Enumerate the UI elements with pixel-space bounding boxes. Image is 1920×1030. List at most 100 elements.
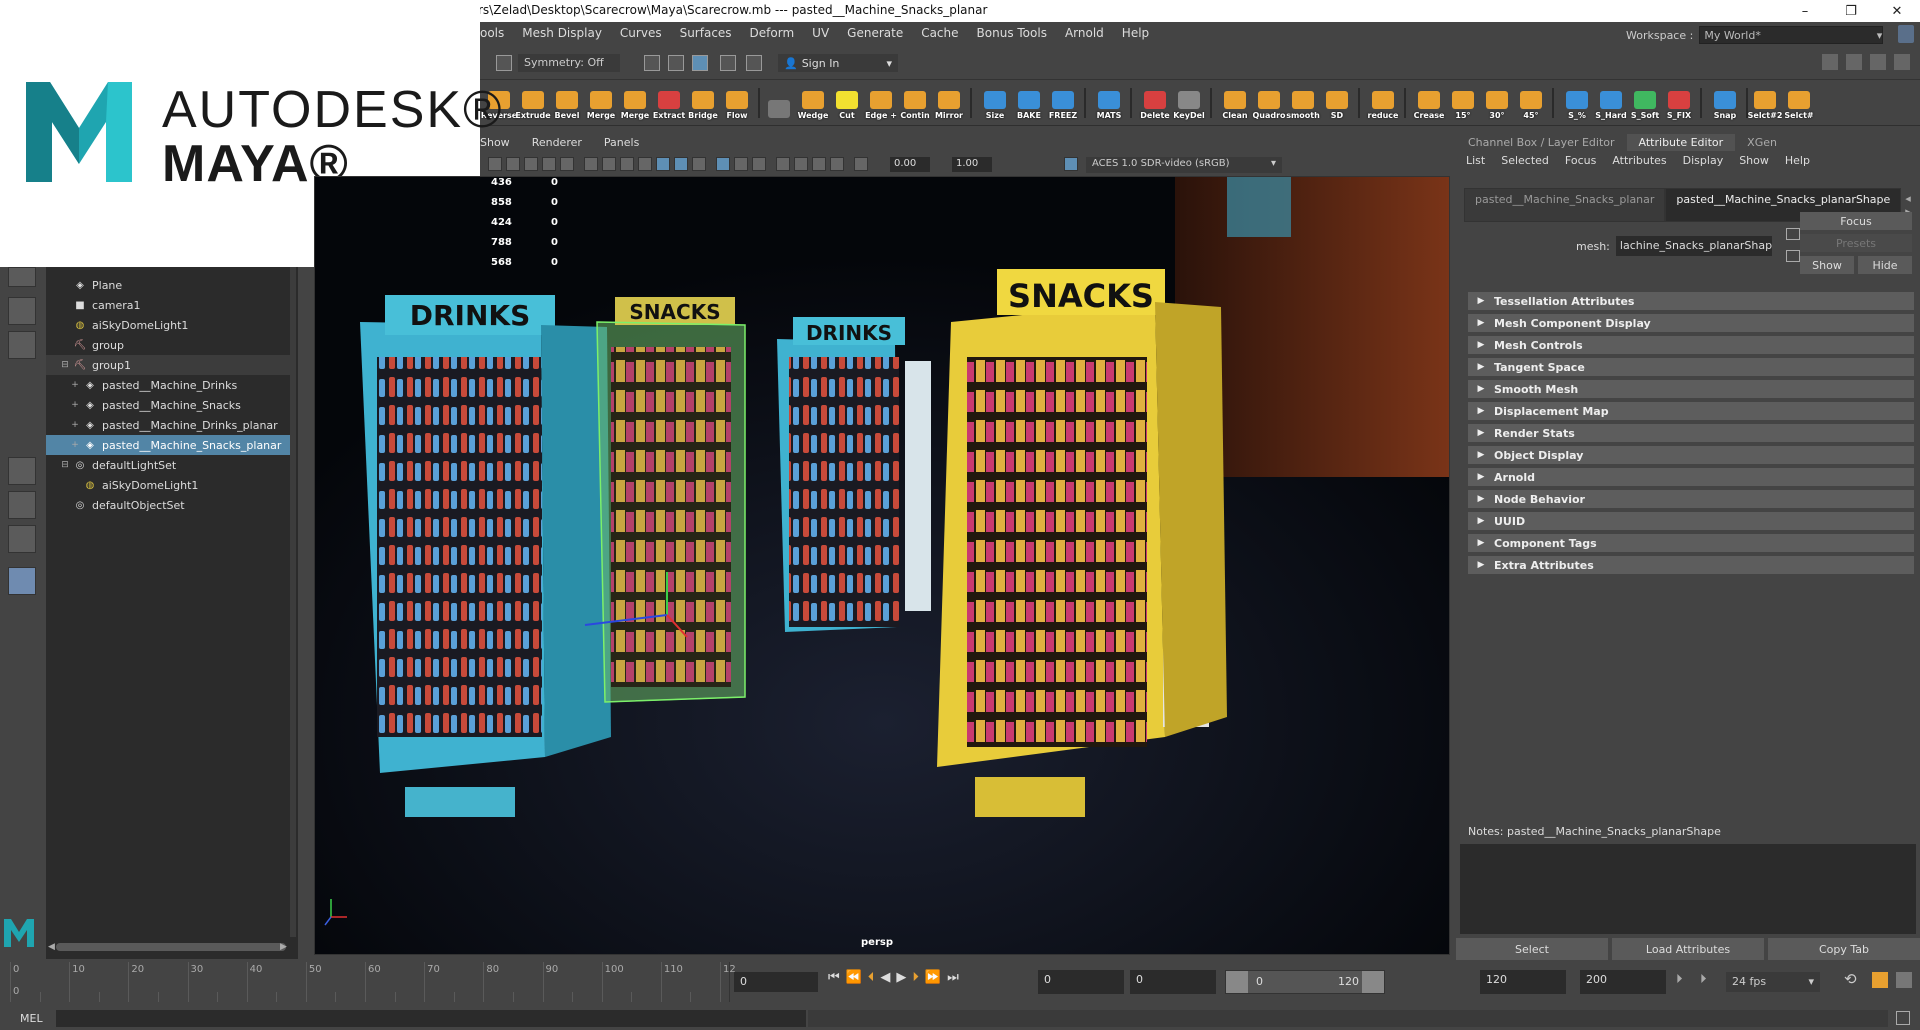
- shelf-button[interactable]: Selct#2: [1748, 86, 1782, 120]
- mesh-name-field[interactable]: lachine_Snacks_planarShape: [1615, 236, 1772, 256]
- step-forward-key-icon[interactable]: ⏩: [925, 970, 941, 985]
- shelf-button[interactable]: Quadro: [1252, 86, 1286, 120]
- range-end-field[interactable]: 120: [1480, 970, 1566, 994]
- shelf-button[interactable]: FREEZ: [1048, 86, 1078, 120]
- color-management-icon[interactable]: [1064, 157, 1078, 171]
- outliner-row-plane[interactable]: ◈ Plane: [46, 275, 290, 295]
- outliner-row-defaultobjectset[interactable]: ◎ defaultObjectSet: [46, 495, 290, 515]
- current-frame-field[interactable]: 0: [734, 972, 818, 992]
- range-slider[interactable]: 0 120: [1225, 970, 1385, 994]
- outliner-row-aiskydomelight1-set[interactable]: ◍ aiSkyDomeLight1: [46, 475, 290, 495]
- attribute-section-header[interactable]: ▶ Displacement Map: [1468, 402, 1914, 420]
- collapse-icon[interactable]: ⊟: [60, 360, 70, 370]
- range-slider-end-handle[interactable]: [1362, 971, 1384, 993]
- viewport-toolbar-icon[interactable]: [854, 157, 868, 171]
- shelf-button[interactable]: Merge: [586, 86, 616, 120]
- viewport-toolbar-icon[interactable]: [542, 157, 556, 171]
- attribute-section-header[interactable]: ▶ Object Display: [1468, 446, 1914, 464]
- shelf-button[interactable]: Clean: [1220, 86, 1250, 120]
- outliner-horizontal-scrollbar[interactable]: [56, 943, 286, 951]
- loop-icon[interactable]: ⟲: [1844, 970, 1857, 988]
- load-node-icon[interactable]: [1786, 228, 1800, 240]
- menu-surfaces[interactable]: Surfaces: [680, 26, 732, 40]
- menu-uv[interactable]: UV: [812, 26, 829, 40]
- shelf-button[interactable]: BAKE: [1014, 86, 1044, 120]
- script-language-label[interactable]: MEL: [20, 1012, 43, 1025]
- shelf-button[interactable]: Contin: [900, 86, 930, 120]
- ae-menu-help[interactable]: Help: [1785, 154, 1810, 167]
- shelf-button[interactable]: Merge: [620, 86, 650, 120]
- tab-xgen[interactable]: XGen: [1735, 134, 1789, 151]
- outliner-row-camera1[interactable]: ■ camera1: [46, 295, 290, 315]
- viewport-toolbar-icon[interactable]: [584, 157, 598, 171]
- outliner-row-group1[interactable]: ⊟ ⛏ group1: [46, 355, 290, 375]
- ae-menu-attributes[interactable]: Attributes: [1612, 154, 1666, 167]
- select-tool-icon[interactable]: [8, 267, 36, 287]
- step-back-frame-icon[interactable]: ⏴: [868, 970, 875, 985]
- move-tool-icon[interactable]: [8, 297, 36, 325]
- attribute-section-header[interactable]: ▶ Arnold: [1468, 468, 1914, 486]
- color-space-dropdown[interactable]: ACES 1.0 SDR-video (sRGB) ▾: [1086, 157, 1282, 173]
- attribute-section-header[interactable]: ▶ Extra Attributes: [1468, 556, 1914, 574]
- outliner-row-machine-drinks-planar[interactable]: + ◈ pasted__Machine_Drinks_planar: [46, 415, 290, 435]
- select-button[interactable]: Select: [1456, 938, 1608, 960]
- viewport-toolbar-icon[interactable]: [716, 157, 730, 171]
- modeling-toolkit-icon[interactable]: [1846, 54, 1862, 70]
- shelf-button[interactable]: Wedge: [798, 86, 828, 120]
- outliner-view-icon[interactable]: [8, 567, 36, 595]
- viewport-toolbar-icon[interactable]: [776, 157, 790, 171]
- key-next-icon[interactable]: ⏵: [1700, 972, 1707, 987]
- shelf-button[interactable]: Bevel: [552, 86, 582, 120]
- viewport-toolbar-icon[interactable]: [794, 157, 808, 171]
- attribute-section-header[interactable]: ▶ UUID: [1468, 512, 1914, 530]
- lock-icon[interactable]: [1898, 25, 1914, 43]
- range-start-field[interactable]: 0: [1038, 970, 1124, 994]
- shelf-button[interactable]: MATS: [1094, 86, 1124, 120]
- shelf-button[interactable]: S_Hard: [1595, 86, 1627, 120]
- shelf-button[interactable]: KeyDel: [1173, 86, 1205, 120]
- single-view-icon[interactable]: [8, 457, 36, 485]
- attribute-section-header[interactable]: ▶ Tangent Space: [1468, 358, 1914, 376]
- workspace-select[interactable]: My World* ▾: [1699, 26, 1884, 44]
- snap-icon[interactable]: [644, 55, 660, 71]
- outliner-row-defaultlightset[interactable]: ⊟ ◎ defaultLightSet: [46, 455, 290, 475]
- shelf-button[interactable]: Delete: [1140, 86, 1170, 120]
- viewport-toolbar-icon[interactable]: [734, 157, 748, 171]
- viewport-toolbar-icon[interactable]: [638, 157, 652, 171]
- shelf-button[interactable]: Cut: [832, 86, 862, 120]
- near-clip-field[interactable]: 0.00: [890, 157, 930, 172]
- select-node-icon[interactable]: [1786, 250, 1800, 262]
- shelf-button[interactable]: Bridge: [688, 86, 718, 120]
- shelf-button[interactable]: Mirror: [934, 86, 964, 120]
- four-view-icon[interactable]: [8, 491, 36, 519]
- auto-key-icon[interactable]: [1872, 972, 1888, 988]
- shelf-button[interactable]: reduce: [1368, 86, 1398, 120]
- shelf-button[interactable]: Selct#: [1784, 86, 1814, 120]
- shelf-button[interactable]: S_FIX: [1664, 86, 1694, 120]
- presets-button[interactable]: Presets: [1800, 234, 1912, 252]
- attribute-section-header[interactable]: ▶ Node Behavior: [1468, 490, 1914, 508]
- viewport-toolbar-icon[interactable]: [620, 157, 634, 171]
- symmetry-icon[interactable]: [496, 55, 512, 71]
- maximize-button[interactable]: ❐: [1828, 0, 1874, 22]
- fps-dropdown[interactable]: 24 fps ▾: [1726, 972, 1820, 992]
- shelf-button[interactable]: Flow: [722, 86, 752, 120]
- menu-help[interactable]: Help: [1122, 26, 1149, 40]
- animation-end-field[interactable]: 200: [1580, 970, 1666, 994]
- ae-menu-display[interactable]: Display: [1683, 154, 1724, 167]
- shelf-button[interactable]: Size: [980, 86, 1010, 120]
- render-icon-2[interactable]: [746, 55, 762, 71]
- viewport-toolbar-icon[interactable]: [812, 157, 826, 171]
- notes-textarea[interactable]: [1460, 844, 1916, 934]
- viewport-menu-show[interactable]: Show: [480, 136, 510, 154]
- collapse-icon[interactable]: ⊟: [60, 460, 70, 470]
- hide-button[interactable]: Hide: [1858, 256, 1912, 274]
- viewport-toolbar-icon[interactable]: [830, 157, 844, 171]
- attribute-section-header[interactable]: ▶ Render Stats: [1468, 424, 1914, 442]
- far-clip-field[interactable]: 1.00: [952, 157, 992, 172]
- viewport-toolbar-icon[interactable]: [752, 157, 766, 171]
- tab-channel-box[interactable]: Channel Box / Layer Editor: [1456, 134, 1627, 151]
- lasso-tool-icon[interactable]: [8, 331, 36, 359]
- ae-menu-show[interactable]: Show: [1739, 154, 1769, 167]
- viewport-toolbar-icon[interactable]: [602, 157, 616, 171]
